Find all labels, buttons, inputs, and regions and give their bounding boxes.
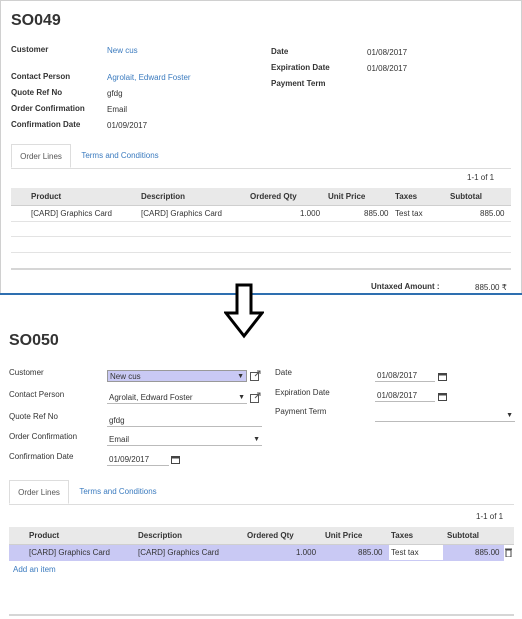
date-label: Date [271,47,289,56]
row-product[interactable]: [CARD] Graphics Card [29,545,110,560]
tab-order-lines[interactable]: Order Lines [9,480,69,504]
table-footer-line [9,614,514,616]
customer-value: New cus [110,372,141,381]
expiration-date-label: Expiration Date [275,388,330,397]
row-unit-price[interactable]: 885.00 [358,545,382,560]
customer-select[interactable]: New cus ▼ [107,370,247,382]
tab-bar: Order Lines Terms and Conditions [11,144,511,169]
table-header: Product Description Ordered Qty Unit Pri… [9,527,514,545]
tab-order-lines[interactable]: Order Lines [11,144,71,168]
chevron-down-icon: ▼ [253,436,260,443]
external-link-icon[interactable] [250,392,261,403]
chevron-down-icon: ▼ [238,394,245,401]
expiration-date-label: Expiration Date [271,63,330,72]
expiration-date-value: 01/08/2017 [367,64,408,73]
row-taxes[interactable]: Test tax [389,545,443,560]
pager[interactable]: 1-1 of 1 [467,173,494,182]
order-confirmation-value: Email [109,435,130,444]
add-item-link[interactable]: Add an item [13,562,56,577]
col-ordered-qty[interactable]: Ordered Qty [250,188,297,205]
contact-person-select[interactable]: Agrolait, Edward Foster ▼ [107,392,247,404]
quote-ref-value: gfdg [107,89,123,98]
table-row[interactable]: [CARD] Graphics Card [CARD] Graphics Car… [9,545,504,561]
confirmation-date-label: Confirmation Date [9,452,74,461]
row-taxes[interactable]: Test tax [395,206,423,221]
customer-label: Customer [11,45,49,54]
row-description[interactable]: [CARD] Graphics Card [138,545,219,560]
confirmation-date-value: 01/09/2017 [107,121,148,130]
order-confirmation-value: Email [107,105,128,114]
date-input[interactable]: 01/08/2017 [375,370,435,382]
order-confirmation-label: Order Confirmation [11,104,85,113]
customer-link[interactable]: New cus [107,46,138,55]
order-lines-table: Product Description Ordered Qty Unit Pri… [11,188,511,278]
record-title: SO049 [11,12,61,29]
tab-bar: Order Lines Terms and Conditions [9,480,514,505]
col-unit-price[interactable]: Unit Price [328,188,365,205]
external-link-icon[interactable] [250,370,261,381]
trash-icon[interactable] [505,548,512,557]
quote-ref-label: Quote Ref No [9,412,58,421]
so049-form: SO049 Customer New cus Contact Person Ag… [0,0,522,294]
row-description[interactable]: [CARD] Graphics Card [141,206,222,221]
calendar-icon[interactable] [438,392,447,401]
untaxed-amount-value: 885.00 ₹ [475,283,507,292]
order-confirmation-select[interactable]: Email ▼ [107,434,262,446]
pager[interactable]: 1-1 of 1 [476,512,503,521]
customer-label: Customer [9,368,44,377]
col-description[interactable]: Description [141,188,185,205]
chevron-down-icon: ▼ [506,412,513,419]
col-subtotal[interactable]: Subtotal [447,527,479,544]
tab-terms-and-conditions[interactable]: Terms and Conditions [73,480,163,504]
contact-person-label: Contact Person [9,390,65,399]
row-unit-price[interactable]: 885.00 [364,206,388,221]
contact-person-value: Agrolait, Edward Foster [109,393,193,402]
payment-term-label: Payment Term [271,79,326,88]
row-qty[interactable]: 1.000 [300,206,320,221]
row-divider [11,236,511,237]
col-product[interactable]: Product [29,527,59,544]
table-header: Product Description Ordered Qty Unit Pri… [11,188,511,206]
payment-term-select[interactable]: ▼ [375,410,515,422]
confirmation-date-label: Confirmation Date [11,120,81,129]
payment-term-label: Payment Term [275,407,327,416]
col-description[interactable]: Description [138,527,182,544]
col-ordered-qty[interactable]: Ordered Qty [247,527,294,544]
col-taxes[interactable]: Taxes [395,188,417,205]
quote-ref-label: Quote Ref No [11,88,63,97]
row-subtotal[interactable]: 885.00 [480,206,504,221]
row-divider [11,221,511,222]
so050-form: SO050 Customer New cus ▼ Contact Person … [0,322,522,619]
row-divider [11,252,511,253]
col-subtotal[interactable]: Subtotal [450,188,482,205]
col-taxes[interactable]: Taxes [391,527,413,544]
col-unit-price[interactable]: Unit Price [325,527,362,544]
confirmation-date-input[interactable]: 01/09/2017 [107,454,169,466]
col-product[interactable]: Product [31,188,61,205]
table-footer-line [11,268,511,270]
order-lines-table: Product Description Ordered Qty Unit Pri… [9,527,514,617]
chevron-down-icon: ▼ [237,373,244,380]
untaxed-amount-label: Untaxed Amount : [371,282,440,291]
calendar-icon[interactable] [171,455,180,464]
date-value: 01/08/2017 [367,48,408,57]
record-title: SO050 [9,332,59,349]
calendar-icon[interactable] [438,372,447,381]
order-confirmation-label: Order Confirmation [9,432,78,441]
contact-person-link[interactable]: Agrolait, Edward Foster [107,73,191,82]
contact-person-label: Contact Person [11,72,71,81]
row-subtotal[interactable]: 885.00 [475,545,499,560]
row-product[interactable]: [CARD] Graphics Card [31,206,112,221]
date-label: Date [275,368,292,377]
expiration-date-input[interactable]: 01/08/2017 [375,390,435,402]
quote-ref-input[interactable]: gfdg [107,415,262,427]
row-qty[interactable]: 1.000 [296,545,316,560]
tab-terms-and-conditions[interactable]: Terms and Conditions [75,144,165,168]
